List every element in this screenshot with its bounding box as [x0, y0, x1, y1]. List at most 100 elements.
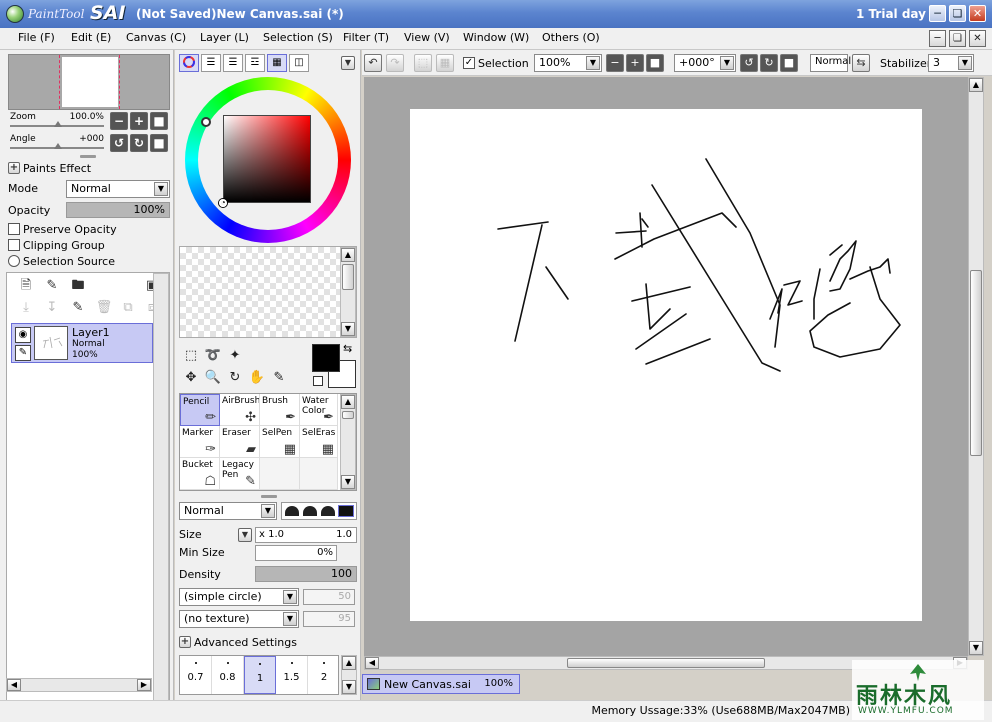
zoom-in-button[interactable]: +: [130, 112, 148, 130]
menu-selection[interactable]: Selection (S): [263, 31, 333, 44]
menu-file[interactable]: File (F): [18, 31, 55, 44]
layer-item[interactable]: ◉ ✎ Layer1 Normal 100%: [11, 323, 153, 363]
size-input[interactable]: x 1.0 1.0: [255, 527, 357, 543]
scroll-left-icon[interactable]: ◀: [7, 679, 21, 691]
scroll-down-icon[interactable]: ▼: [341, 322, 355, 336]
edge-medium-icon[interactable]: [303, 506, 317, 516]
scroll-up-icon[interactable]: ▲: [341, 248, 355, 262]
redo-icon[interactable]: ↷: [386, 54, 404, 72]
edge-soft-icon[interactable]: [285, 506, 299, 516]
menu-layer[interactable]: Layer (L): [200, 31, 249, 44]
panel-splitter[interactable]: [80, 155, 96, 158]
angle-knob[interactable]: [54, 143, 62, 149]
selection-source-radio[interactable]: [8, 255, 20, 267]
menu-others[interactable]: Others (O): [542, 31, 600, 44]
eyedropper-icon[interactable]: ✎: [269, 368, 289, 388]
brush-shape-select[interactable]: (simple circle) ▼: [179, 588, 299, 606]
color-wheel-tab-icon[interactable]: [179, 54, 199, 72]
size-presets-scrollbar[interactable]: ▲ ▼: [341, 655, 357, 695]
scroll-down-icon[interactable]: ▼: [341, 475, 355, 489]
size-preset[interactable]: 0.7: [180, 656, 212, 694]
hand-icon[interactable]: ✋: [247, 368, 267, 388]
color-wheel[interactable]: [183, 75, 353, 245]
edge-square-icon[interactable]: [339, 506, 353, 516]
scroll-left-icon[interactable]: ◀: [365, 657, 379, 669]
rotate-icon[interactable]: ↻: [225, 368, 245, 388]
canvas-zoom-reset-button[interactable]: ■: [646, 54, 664, 72]
clear-layer-icon[interactable]: ✎: [69, 299, 87, 317]
pencil-icon[interactable]: ✎: [15, 345, 31, 361]
rotate-left-button[interactable]: ↺: [110, 134, 128, 152]
canvas-rotate-reset-button[interactable]: ■: [780, 54, 798, 72]
flip-view-icon[interactable]: ⇆: [852, 54, 870, 72]
canvas-rotate-right-button[interactable]: ↻: [760, 54, 778, 72]
minimize-button[interactable]: ─: [929, 5, 946, 22]
zoom-knob[interactable]: [54, 121, 62, 127]
brush-grid-scroll-thumb[interactable]: [342, 411, 354, 419]
hsv-slider-tab-icon[interactable]: ☰: [223, 54, 243, 72]
foreground-color-swatch[interactable]: [312, 344, 340, 372]
zoom-out-button[interactable]: −: [110, 112, 128, 130]
transfer-down-icon[interactable]: ⤓: [17, 299, 35, 317]
canvas-rotate-left-button[interactable]: ↺: [740, 54, 758, 72]
scroll-right-icon[interactable]: ▶: [137, 679, 151, 691]
canvas-viewport[interactable]: [364, 77, 968, 656]
canvas-zoom-in-button[interactable]: +: [626, 54, 644, 72]
eye-icon[interactable]: ◉: [15, 327, 31, 343]
deselect-icon[interactable]: ⬚: [414, 54, 432, 72]
swap-colors-icon[interactable]: ⇆: [343, 342, 352, 355]
canvas-vscrollbar[interactable]: ▲ ▼: [968, 77, 984, 656]
hue-picker-marker[interactable]: [201, 117, 211, 127]
min-size-input[interactable]: 0%: [255, 545, 337, 561]
close-button[interactable]: ✕: [969, 5, 986, 22]
drawing-canvas[interactable]: [410, 109, 922, 621]
zoom-icon[interactable]: 🔍: [203, 368, 223, 388]
rgb-slider-tab-icon[interactable]: ☰: [201, 54, 221, 72]
size-preset[interactable]: 0.8: [212, 656, 244, 694]
menu-filter[interactable]: Filter (T): [343, 31, 389, 44]
menu-view[interactable]: View (V): [404, 31, 450, 44]
size-preset[interactable]: 2: [308, 656, 340, 694]
scroll-up-icon[interactable]: ▲: [341, 395, 355, 409]
rotate-reset-button[interactable]: ■: [150, 134, 168, 152]
swatch-scrollbar[interactable]: ▲ ▼: [340, 247, 356, 337]
reset-colors-icon[interactable]: [313, 376, 323, 386]
scratchpad-tab-icon[interactable]: ◫: [289, 54, 309, 72]
tool-legacy-pen[interactable]: Legacy Pen✎: [220, 458, 260, 490]
undo-icon[interactable]: ↶: [364, 54, 382, 72]
new-layer-icon[interactable]: 🗎: [17, 277, 35, 295]
brush-grid-scrollbar[interactable]: ▲ ▼: [340, 394, 356, 490]
view-mode-select[interactable]: Normal: [810, 54, 848, 72]
panel-menu-icon[interactable]: ▼: [341, 56, 355, 70]
paints-effect-label[interactable]: Paints Effect: [23, 162, 91, 175]
rotate-right-button[interactable]: ↻: [130, 134, 148, 152]
new-linework-layer-icon[interactable]: ✎: [43, 277, 61, 295]
canvas-zoom-select[interactable]: 100% ▼: [534, 54, 602, 72]
layer-opacity-bar[interactable]: 100%: [66, 202, 170, 218]
sv-picker-marker[interactable]: [219, 199, 227, 207]
preserve-opacity-checkbox[interactable]: [8, 223, 20, 235]
swatches-tab-icon[interactable]: ☲: [245, 54, 265, 72]
panel-splitter[interactable]: [261, 495, 277, 498]
canvas-angle-select[interactable]: +000° ▼: [674, 54, 736, 72]
move-icon[interactable]: ✥: [181, 368, 201, 388]
document-tab[interactable]: New Canvas.sai 100%: [362, 674, 520, 694]
clipping-group-checkbox[interactable]: [8, 239, 20, 251]
stabilizer-select[interactable]: 3 ▼: [928, 54, 974, 72]
expand-icon[interactable]: +: [8, 162, 20, 174]
menu-edit[interactable]: Edit (E): [71, 31, 111, 44]
rect-select-icon[interactable]: ⬚: [181, 346, 201, 366]
scroll-up-icon[interactable]: ▲: [969, 78, 983, 92]
merge-visible-icon[interactable]: ⧉: [119, 299, 137, 317]
zoom-reset-button[interactable]: ■: [150, 112, 168, 130]
tool-empty-slot[interactable]: [260, 458, 300, 490]
layer-list-hscrollbar[interactable]: ◀ ▶: [6, 678, 152, 692]
delete-layer-icon[interactable]: 🗑: [95, 299, 113, 317]
brush-texture-select[interactable]: (no texture) ▼: [179, 610, 299, 628]
size-preset-selected[interactable]: 1: [244, 656, 276, 694]
layer-mode-select[interactable]: Normal ▼: [66, 180, 170, 198]
tool-airbrush[interactable]: AirBrush✣: [220, 394, 260, 426]
tool-selpen[interactable]: SelPen▦: [260, 426, 300, 458]
palette-grid-tab-icon[interactable]: ▦: [267, 54, 287, 72]
tool-pencil[interactable]: Pencil✏: [180, 394, 220, 426]
